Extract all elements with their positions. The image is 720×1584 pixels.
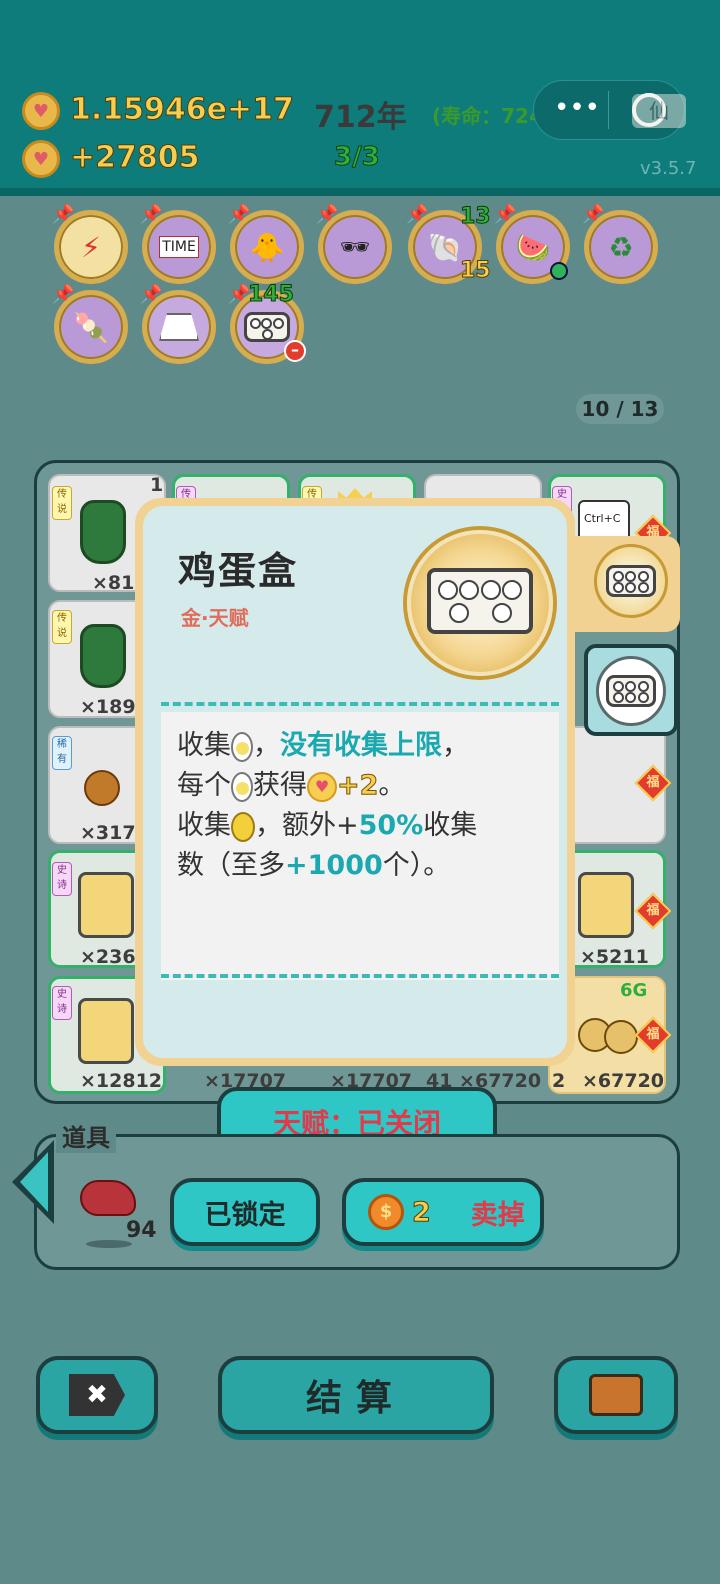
heart-coin-icon: ♥: [22, 140, 60, 178]
item-corner-count: 1: [150, 474, 164, 496]
remove-badge-icon[interactable]: –: [284, 340, 306, 362]
golden-egg-icon: [231, 811, 255, 842]
nut-icon: [84, 770, 120, 806]
trait-detail-popup: 鸡蛋盒 金·天赋 收集 ，没有收集上限， 每个 获得 ♥ +2。 收集 ，额外+50%收集…: [135, 498, 575, 1066]
gacha-machine-icon: [78, 872, 134, 938]
coin-icon: $: [368, 1194, 404, 1230]
income-rate: +27805: [70, 140, 201, 176]
item-quantity: ×236: [80, 946, 136, 968]
sell-price: 2: [412, 1196, 432, 1228]
shell-bottom-count: 15: [460, 258, 492, 284]
egg-carton-icon: [407, 530, 553, 676]
props-label: 道具: [56, 1118, 116, 1153]
sell-button[interactable]: $ 2 卖掉: [342, 1178, 544, 1246]
pin-icon: 📌: [140, 204, 163, 225]
item-quantity: ×189: [80, 696, 136, 718]
item-badge: 6G: [620, 980, 648, 1001]
item-quantity: 2: [552, 1070, 566, 1092]
popup-rarity: 金·天赋: [181, 606, 249, 630]
more-dots-icon[interactable]: •••: [554, 95, 600, 121]
shell-top-count: 13: [460, 204, 492, 230]
pin-icon: 📌: [52, 284, 75, 305]
egg-carton-icon: [594, 544, 668, 618]
sell-label: 卖掉: [470, 1199, 525, 1231]
locked-button[interactable]: 已锁定: [170, 1178, 320, 1246]
pin-icon: 📌: [228, 284, 251, 305]
egg-icon: [231, 771, 253, 802]
back-arrow-fill: [20, 1152, 48, 1212]
item-quantity: ×12812: [80, 1070, 163, 1092]
liver-count: 94: [126, 1218, 157, 1243]
dashed-divider: [161, 974, 559, 978]
item-quantity: ×5211: [580, 946, 649, 968]
egg-carton-icon: [596, 656, 666, 726]
rarity-tag: 史诗: [52, 986, 72, 1020]
pin-icon: 📌: [406, 204, 429, 225]
money-total: 1.15946e+17: [70, 92, 295, 128]
discard-button[interactable]: ✖: [36, 1356, 158, 1434]
immortal-button[interactable]: 仙: [632, 94, 686, 128]
egg-icon: [231, 731, 253, 762]
dashed-divider: [161, 702, 559, 706]
settle-button[interactable]: 结算: [218, 1356, 494, 1434]
header-divider: [0, 188, 720, 196]
settle-label: 结算: [305, 1378, 406, 1419]
selected-item-tab[interactable]: [572, 536, 680, 632]
bag-button[interactable]: [554, 1356, 678, 1434]
slot-count: 3/3: [334, 142, 381, 173]
liver-icon[interactable]: [80, 1180, 136, 1216]
heart-coin-icon: ♥: [22, 92, 60, 130]
egg-carton-count: 145: [248, 282, 295, 308]
gacha-machine-icon: [578, 872, 634, 938]
capsule-divider: [608, 91, 609, 129]
version-label: v3.5.7: [640, 158, 697, 179]
item-quantity: ×317: [80, 822, 136, 844]
rarity-tag: 史诗: [52, 862, 72, 896]
vase-icon: [80, 500, 126, 564]
delete-icon: ✖: [69, 1374, 125, 1416]
pin-icon: 📌: [140, 284, 163, 305]
vase-icon: [80, 624, 126, 688]
current-year: 712年: [314, 100, 407, 135]
trait-description: 收集 ，没有收集上限， 每个 获得 ♥ +2。 收集 ，额外+50%收集 数（至多+100…: [161, 712, 559, 980]
pin-icon: 📌: [582, 204, 605, 225]
active-dot-icon: [550, 262, 568, 280]
pin-icon: 📌: [316, 204, 339, 225]
gacha-machine-icon: [78, 998, 134, 1064]
rarity-tag: 稀有: [52, 736, 72, 770]
popup-title: 鸡蛋盒: [178, 549, 299, 593]
pin-icon: 📌: [228, 204, 251, 225]
item-quantity: ×81: [92, 572, 135, 594]
pin-icon: 📌: [52, 204, 75, 225]
briefcase-icon: [589, 1374, 643, 1416]
item-tab[interactable]: [584, 644, 678, 736]
heart-coin-icon: ♥: [307, 771, 337, 802]
trait-page-indicator: 10 / 13: [576, 394, 664, 424]
rarity-tag: 传说: [52, 610, 72, 644]
pin-icon: 📌: [494, 204, 517, 225]
fruit-icon: [604, 1020, 638, 1054]
rarity-tag: 传说: [52, 486, 72, 520]
item-quantity: ×67720: [582, 1070, 665, 1092]
